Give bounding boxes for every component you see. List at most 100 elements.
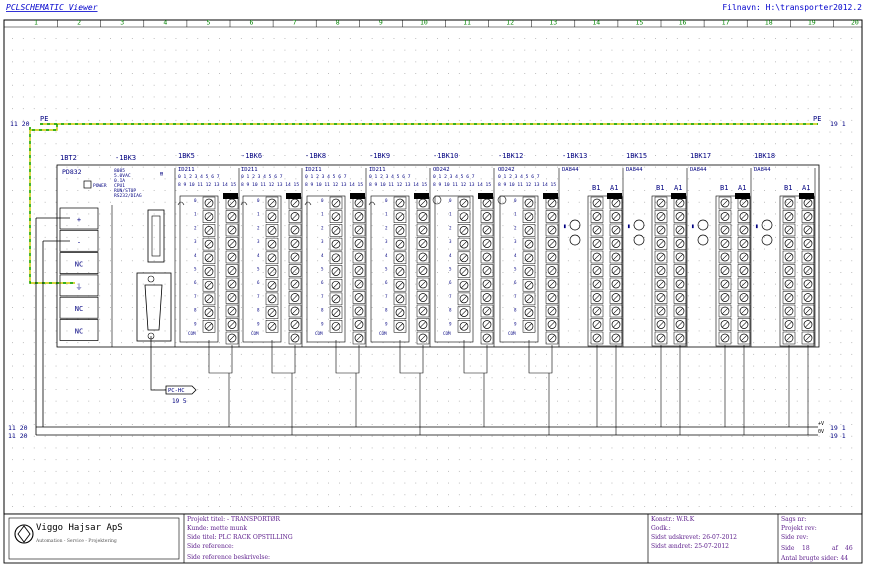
io-module: 1BK18 DA844 B1 A1 ▮: [754, 152, 816, 347]
terminal-number: 6: [257, 280, 260, 285]
terminal-number: 9: [194, 321, 197, 326]
power-label: POWER: [93, 183, 107, 189]
psu-terminal-label: NC: [75, 261, 83, 269]
channel-labels: 0 1 2 3 4 5 6 7: [498, 174, 540, 180]
tb-page-title: Side titel: PLC RACK OPSTILLING: [187, 534, 293, 541]
tb-page-ref: Side reference:: [187, 543, 234, 550]
tb-page-no: 18: [802, 545, 810, 552]
ana-label-a1: A1: [674, 184, 682, 192]
terminal-number: 3: [449, 239, 452, 244]
terminal-number: 5: [385, 267, 388, 272]
terminal-number: 9: [321, 321, 324, 326]
terminal-number: 2: [194, 225, 197, 230]
terminal-number: 6: [194, 280, 197, 285]
tb-drawing-no: Sags nr:: [781, 516, 806, 523]
terminal-number: 5: [194, 267, 197, 272]
tb-customer: Kunde: mette munk: [187, 525, 247, 532]
analog-indicator-icon: [633, 219, 645, 231]
module-tag: 1BK15: [626, 152, 647, 160]
channel-labels: 0 1 2 3 4 5 6 7: [433, 174, 475, 180]
terminal-number: 2: [514, 225, 517, 230]
terminal-number: 8: [514, 308, 517, 313]
column-number: 1: [34, 19, 38, 27]
terminal-wires: [208, 340, 809, 435]
com-label: COM: [315, 331, 323, 336]
column-number: 11: [463, 19, 471, 27]
cpu-run-icon: ▤: [160, 171, 163, 177]
module-type: ID211: [305, 167, 322, 173]
io-module: -1BK10OD2420 1 2 3 4 5 6 78 9 10 11 12 1…: [432, 152, 495, 347]
analog-channel-icon: ▮: [563, 223, 567, 230]
io-module: -1BK8ID2110 1 2 3 4 5 6 78 9 10 11 12 13…: [304, 152, 367, 347]
module-tag: 1BK18: [754, 152, 775, 160]
terminal-number: 3: [514, 239, 517, 244]
terminal-number: 1: [514, 212, 517, 217]
column-number: 13: [549, 19, 557, 27]
pe-label-left: PE: [40, 115, 48, 123]
channel-labels: 8 9 10 11 12 13 14 15: [241, 182, 299, 188]
company-subtitle: Automation - Service - Projektering: [35, 538, 117, 544]
bus1-ref-left: 11 20: [8, 424, 28, 432]
column-number: 10: [420, 19, 428, 27]
terminal-number: 8: [194, 308, 197, 313]
terminal-number: 0: [257, 198, 260, 203]
terminal-number: 3: [257, 239, 260, 244]
channel-labels: 8 9 10 11 12 13 14 15: [178, 182, 236, 188]
ana-label-b1: B1: [720, 184, 728, 192]
terminal-number: 4: [385, 253, 388, 258]
terminal-number: 1: [449, 212, 452, 217]
module-tag: 1BK17: [690, 152, 711, 160]
terminal-number: 0: [449, 198, 452, 203]
terminal-number: 5: [257, 267, 260, 272]
tb-changed: Sidst ændret: 25-07-2012: [651, 543, 729, 550]
channel-labels: 0 1 2 3 4 5 6 7: [305, 174, 347, 180]
module-type: DA844: [626, 167, 643, 173]
terminal-number: 6: [449, 280, 452, 285]
module-type: ID211: [178, 167, 195, 173]
com-label: COM: [508, 331, 516, 336]
column-number: 12: [506, 19, 514, 27]
terminal-number: 7: [194, 294, 197, 299]
psu-terminal-label: NC: [75, 328, 83, 336]
terminal-number: 4: [194, 253, 197, 258]
channel-labels: 8 9 10 11 12 13 14 15: [433, 182, 491, 188]
bus-label-plus: +V: [818, 421, 824, 427]
module-type: DA844: [562, 167, 579, 173]
ana-label-a1: A1: [802, 184, 810, 192]
tb-page-no-label: Side: [781, 545, 795, 552]
tb-page-of: 46: [845, 545, 853, 552]
column-number: 17: [722, 19, 730, 27]
terminal-number: 0: [385, 198, 388, 203]
tb-page-of-label: af: [832, 545, 839, 552]
psu-module: 1BT2 PD832 POWER + - NC ⏚ NC NC: [59, 154, 107, 341]
terminal-number: 1: [194, 212, 197, 217]
column-number: 2: [77, 19, 81, 27]
terminal-number: 8: [385, 308, 388, 313]
terminal-number: 7: [385, 294, 388, 299]
module-tag: -1BK13: [562, 152, 587, 160]
module-type: ID211: [369, 167, 386, 173]
module-type: DA844: [754, 167, 771, 173]
module-type: OD242: [498, 167, 515, 173]
column-number: 9: [379, 19, 383, 27]
io-module: 1BK15 DA844 B1 A1 ▮: [626, 152, 688, 347]
module-tag: -1BK8: [305, 152, 326, 160]
analog-indicator-icon: [569, 234, 581, 246]
module-tag: 1BK5: [178, 152, 195, 160]
output-lamp-icon: [497, 195, 507, 205]
column-number: 18: [765, 19, 773, 27]
analog-channel-icon: ▮: [627, 223, 631, 230]
terminal-number: 2: [385, 225, 388, 230]
module-tag: -1BK9: [369, 152, 390, 160]
module-type: ID211: [241, 167, 258, 173]
cpu-spec-line: RS232/DIAG: [114, 193, 142, 199]
column-number: 15: [635, 19, 643, 27]
header-left-title: PCLSCHEMATIC Viewer: [6, 3, 98, 12]
company-name: Viggo Hajsar ApS: [36, 523, 123, 533]
cpu-tag: -1BK3: [115, 154, 136, 162]
terminal-number: 8: [449, 308, 452, 313]
io-module: -1BK6ID2110 1 2 3 4 5 6 78 9 10 11 12 13…: [240, 152, 303, 347]
terminal-number: 3: [385, 239, 388, 244]
psu-terminal-label: NC: [75, 305, 83, 313]
terminal-number: 7: [257, 294, 260, 299]
